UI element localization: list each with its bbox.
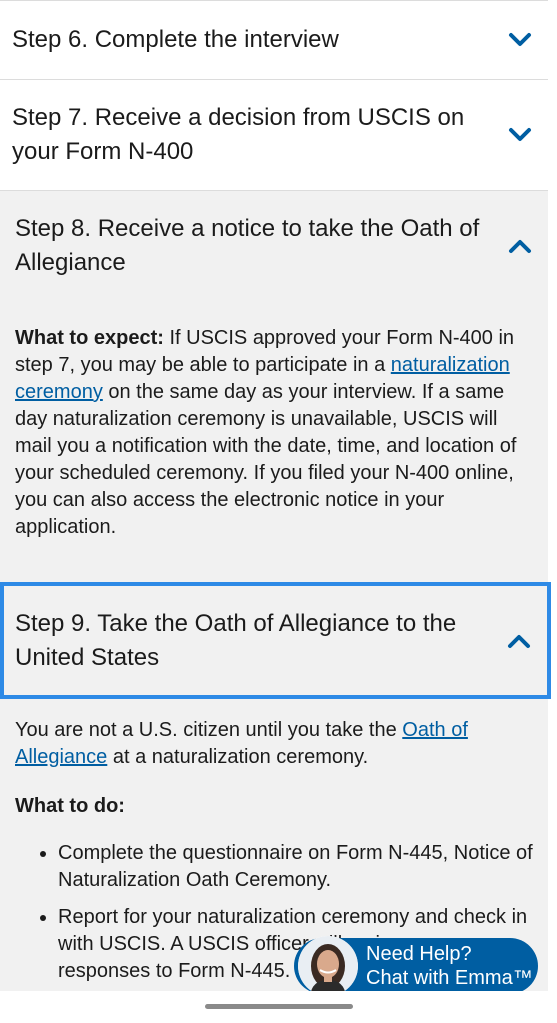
- step-9-title: Step 9. Take the Oath of Allegiance to t…: [15, 609, 457, 671]
- chevron-up-icon: [505, 627, 533, 655]
- list-item: Complete the questionnaire on Form N-445…: [58, 840, 537, 894]
- oath-intro-text-2: at a naturalization ceremony.: [107, 746, 369, 768]
- chevron-down-icon: [506, 121, 534, 149]
- home-indicator[interactable]: [205, 1004, 353, 1009]
- step-7-title: Step 7. Receive a decision from USCIS on…: [12, 104, 465, 165]
- emma-avatar: [298, 936, 358, 996]
- accordion-step-8[interactable]: Step 8. Receive a notice to take the Oat…: [0, 191, 548, 301]
- accordion-step-7[interactable]: Step 7. Receive a decision from USCIS on…: [0, 80, 548, 191]
- what-to-do-heading: What to do:: [15, 795, 125, 817]
- chat-with-emma-button[interactable]: Need Help? Chat with Emma™: [294, 936, 538, 996]
- accordion-step-9[interactable]: Step 9. Take the Oath of Allegiance to t…: [0, 582, 551, 699]
- chat-line-1: Need Help?: [366, 943, 472, 965]
- step-8-title: Step 8. Receive a notice to take the Oat…: [15, 215, 480, 276]
- page: Step 6. Complete the interview Step 7. R…: [0, 0, 557, 1023]
- oath-intro-text-1: You are not a U.S. citizen until you tak…: [15, 719, 403, 741]
- what-to-expect-paragraph: What to expect: If USCIS approved your F…: [15, 325, 535, 541]
- what-to-expect-label: What to expect:: [15, 327, 164, 349]
- chevron-up-icon: [506, 232, 534, 260]
- oath-intro-paragraph: You are not a U.S. citizen until you tak…: [15, 717, 537, 771]
- chat-line-2: Chat with Emma™: [366, 967, 533, 989]
- step-8-content: What to expect: If USCIS approved your F…: [15, 325, 535, 541]
- step-6-title: Step 6. Complete the interview: [12, 26, 339, 53]
- chevron-down-icon: [506, 26, 534, 54]
- accordion-step-6[interactable]: Step 6. Complete the interview: [0, 0, 548, 80]
- step-8-text-2: on the same day as your interview. If a …: [15, 381, 517, 538]
